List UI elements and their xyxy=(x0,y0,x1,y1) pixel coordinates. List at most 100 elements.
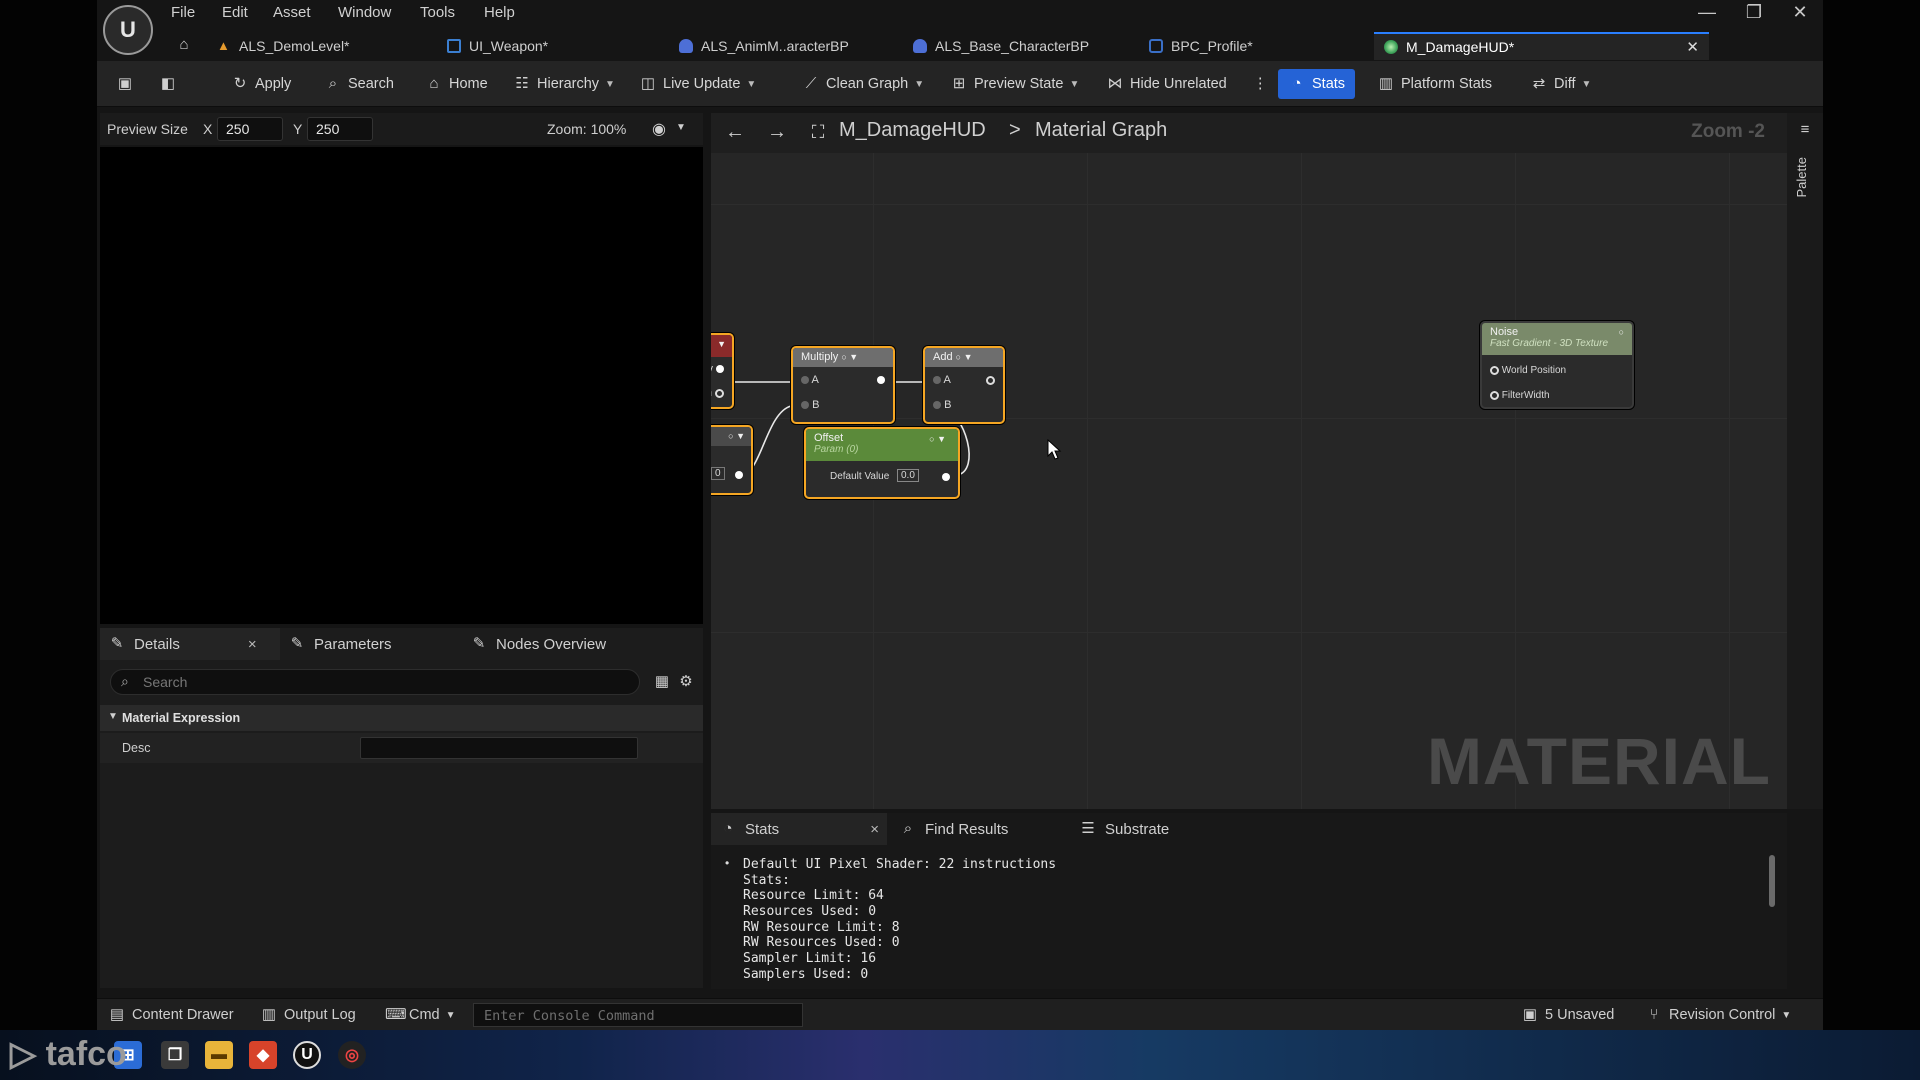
brave-browser-icon[interactable]: ◆ xyxy=(249,1041,277,1069)
multiply-pin-b[interactable]: B xyxy=(801,399,819,411)
search-button[interactable]: ⌕ Search xyxy=(318,69,400,99)
noise-pin-world-position[interactable]: World Position xyxy=(1490,365,1566,376)
save-button[interactable]: ▣ xyxy=(110,69,140,99)
tab-ui-weapon[interactable]: UI_Weapon* xyxy=(437,32,558,60)
stats-line: Resource Limit: 64 xyxy=(743,888,884,903)
platform-stats-button[interactable]: ▥ Platform Stats xyxy=(1371,69,1498,99)
partial-node-value[interactable]: 0 xyxy=(711,467,725,480)
home-icon[interactable]: ⌂ xyxy=(175,36,193,54)
mouse-cursor-icon xyxy=(1047,439,1062,460)
console-command-input[interactable]: Enter Console Command xyxy=(473,1003,803,1027)
noise-pin-filterwidth[interactable]: FilterWidth xyxy=(1490,390,1550,401)
hide-unrelated-button[interactable]: ⋈ Hide Unrelated xyxy=(1100,69,1233,99)
tab-substrate[interactable]: ☰ Substrate xyxy=(1071,813,1177,845)
table-view-icon[interactable]: ▦ xyxy=(653,673,671,691)
tab-stats[interactable]: ◔ Stats × xyxy=(711,813,887,845)
close-window-button[interactable]: ✕ xyxy=(1780,2,1820,23)
partial-node-left[interactable]: ▼ v n xyxy=(711,333,734,409)
tab-find-results[interactable]: ⌕ Find Results xyxy=(891,813,1016,845)
add-pin-b[interactable]: B xyxy=(933,399,951,411)
stats-button[interactable]: ◔ Stats xyxy=(1278,69,1356,99)
live-update-button[interactable]: ◫ Live Update ▼ xyxy=(633,69,762,99)
multiply-pin-a[interactable]: A xyxy=(801,374,819,386)
pin-v[interactable]: v xyxy=(711,363,724,375)
details-search-input[interactable]: ⌕ Search xyxy=(110,669,640,695)
content-drawer-button[interactable]: ▤ Content Drawer xyxy=(108,1006,234,1024)
unsaved-button[interactable]: ▣ 5 Unsaved xyxy=(1521,1006,1614,1024)
menu-tools[interactable]: Tools xyxy=(420,4,455,21)
desc-input[interactable] xyxy=(360,737,638,759)
close-tab-icon[interactable]: × xyxy=(870,821,879,838)
diff-button[interactable]: ⇄ Diff ▼ xyxy=(1524,69,1597,99)
menu-lines-icon[interactable]: ≡ xyxy=(1796,121,1814,139)
offset-node-header: Offset ○ ▼ Param (0) xyxy=(806,429,958,461)
preview-state-button[interactable]: ⊞ Preview State ▼ xyxy=(944,69,1085,99)
breadcrumb-graph[interactable]: Material Graph xyxy=(1035,119,1167,142)
pencil-icon: ✎ xyxy=(290,635,304,652)
menu-edit[interactable]: Edit xyxy=(222,4,248,21)
menu-file[interactable]: File xyxy=(171,4,195,21)
restore-button[interactable]: ❐ xyxy=(1734,2,1774,23)
eye-icon[interactable]: ◉ xyxy=(652,119,666,139)
tab-als-animbp[interactable]: ALS_AnimM..aracterBP xyxy=(669,32,859,60)
tab-m-damagehud[interactable]: M_DamageHUD* ✕ xyxy=(1374,32,1709,60)
tab-nodes-overview[interactable]: ✎ Nodes Overview xyxy=(462,628,614,660)
clean-graph-button[interactable]: ⟋ Clean Graph ▼ xyxy=(796,69,930,99)
preview-x-input[interactable]: 250 xyxy=(217,117,283,141)
material-preview-viewport[interactable] xyxy=(100,147,703,624)
close-tab-icon[interactable]: ✕ xyxy=(1686,38,1699,56)
partial-node-left-2[interactable]: ○ ▼ 0 xyxy=(711,425,753,495)
close-tab-icon[interactable]: × xyxy=(248,636,257,653)
offset-parameter-node[interactable]: Offset ○ ▼ Param (0) Default Value 0.0 xyxy=(804,427,960,499)
noise-node[interactable]: Noise ○ Fast Gradient - 3D Texture World… xyxy=(1480,321,1634,409)
app-taskbar-icon[interactable]: ◎ xyxy=(338,1041,366,1069)
menu-help[interactable]: Help xyxy=(484,4,515,21)
stats-scrollbar[interactable] xyxy=(1769,855,1775,907)
apply-button[interactable]: ↻ Apply xyxy=(225,69,297,99)
palette-strip[interactable]: ≡ Palette xyxy=(1787,113,1823,809)
more-options-button[interactable]: ⋮ xyxy=(1247,69,1274,99)
details-panel: ✎ Details × ✎ Parameters ✎ Nodes Overvie… xyxy=(100,628,703,988)
tab-als-demolevel[interactable]: ▲ ALS_DemoLevel* xyxy=(207,32,360,60)
pin-output[interactable] xyxy=(735,469,743,481)
level-icon: ▲ xyxy=(217,38,230,53)
offset-default-input[interactable]: 0.0 xyxy=(897,469,919,482)
file-explorer-icon[interactable]: ▬ xyxy=(205,1041,233,1069)
material-expression-section[interactable]: ▼ Material Expression xyxy=(100,705,703,731)
task-view-icon[interactable]: ❐ xyxy=(161,1041,189,1069)
blueprint-icon xyxy=(1149,39,1163,53)
preview-y-input[interactable]: 250 xyxy=(307,117,373,141)
palette-label[interactable]: Palette xyxy=(1794,157,1809,197)
pin-n[interactable]: n xyxy=(711,387,724,399)
search-icon: ⌕ xyxy=(121,673,129,689)
tab-details[interactable]: ✎ Details × xyxy=(100,628,280,660)
tab-parameters[interactable]: ✎ Parameters xyxy=(280,628,400,660)
hierarchy-button[interactable]: ☷ Hierarchy ▼ xyxy=(507,69,621,99)
add-node[interactable]: Add ○ ▼ A B xyxy=(923,346,1005,424)
chevron-down-icon[interactable]: ▼ xyxy=(676,122,686,133)
unreal-logo-icon[interactable]: U xyxy=(103,5,153,55)
multiply-node[interactable]: Multiply ○ ▼ A B xyxy=(791,346,895,424)
offset-output-pin[interactable] xyxy=(942,471,950,483)
back-arrow-icon[interactable]: ← xyxy=(725,122,745,142)
output-log-button[interactable]: ▥ Output Log xyxy=(260,1006,356,1024)
tab-bpc-profile[interactable]: BPC_Profile* xyxy=(1139,32,1263,60)
forward-arrow-icon[interactable]: → xyxy=(767,122,787,142)
browse-button[interactable]: ◧ xyxy=(153,69,183,99)
add-output-pin[interactable] xyxy=(986,374,995,386)
material-graph-canvas[interactable]: ▼ v n ○ ▼ 0 Multiply ○ ▼ A B Add ○ ▼ A B xyxy=(711,153,1787,809)
breadcrumb-asset[interactable]: M_DamageHUD xyxy=(839,119,986,142)
minimize-button[interactable]: — xyxy=(1687,2,1727,23)
pin-dot xyxy=(1490,390,1499,400)
unreal-engine-taskbar-icon[interactable]: U xyxy=(293,1041,321,1069)
gear-icon[interactable]: ⚙ xyxy=(677,673,695,691)
chevron-down-icon: ▼ xyxy=(1781,1009,1792,1021)
menu-asset[interactable]: Asset xyxy=(273,4,311,21)
menu-window[interactable]: Window xyxy=(338,4,391,21)
tab-als-base-characterbp[interactable]: ALS_Base_CharacterBP xyxy=(903,32,1099,60)
add-pin-a[interactable]: A xyxy=(933,374,951,386)
cmd-dropdown[interactable]: ⌨ Cmd ▼ xyxy=(385,1006,456,1024)
multiply-output-pin[interactable] xyxy=(877,374,885,386)
revision-control-button[interactable]: ⑂ Revision Control ▼ xyxy=(1645,1006,1791,1024)
home-button[interactable]: ⌂ Home xyxy=(419,69,494,99)
